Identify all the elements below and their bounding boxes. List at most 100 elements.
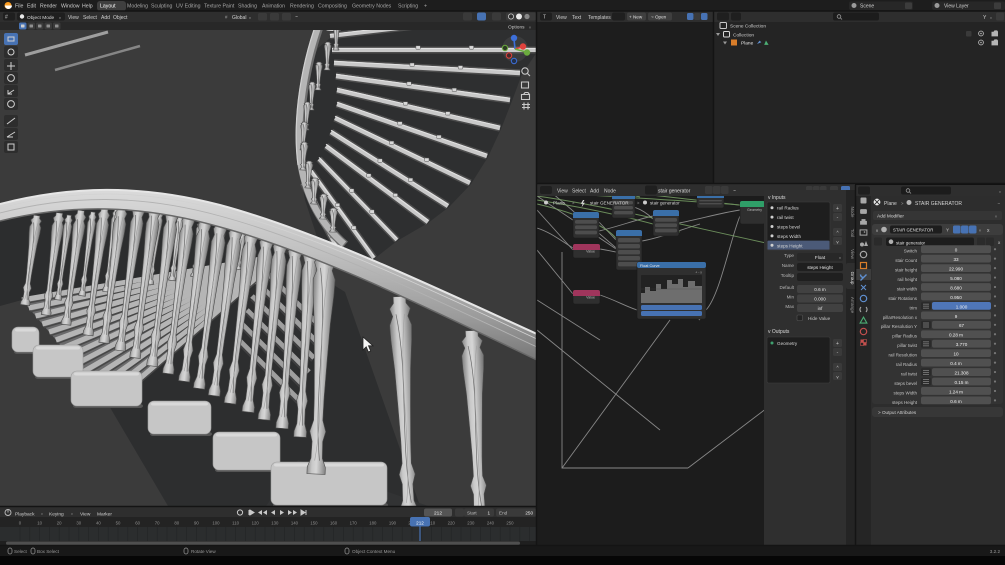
svg-text:stair generator: stair generator <box>658 189 691 195</box>
svg-text:1.000: 1.000 <box>956 304 968 309</box>
svg-text:rail Resolution: rail Resolution <box>888 353 917 358</box>
svg-text:Max: Max <box>785 304 794 309</box>
svg-text:Default: Default <box>779 285 794 290</box>
svg-text:v: v <box>979 228 981 233</box>
svg-text:50: 50 <box>116 521 121 526</box>
svg-text:170: 170 <box>350 521 358 526</box>
svg-text:~ Open: ~ Open <box>651 15 667 20</box>
svg-text:190: 190 <box>389 521 397 526</box>
svg-text:Help: Help <box>82 4 93 10</box>
svg-text:Object Mode: Object Mode <box>27 15 55 21</box>
svg-text:110: 110 <box>232 521 239 526</box>
svg-text:trim: trim <box>910 305 918 310</box>
svg-text:steps Height: steps Height <box>892 400 918 405</box>
svg-text:stair Count: stair Count <box>895 258 918 263</box>
svg-text:Scene: Scene <box>860 4 874 10</box>
svg-text:0.15 m: 0.15 m <box>954 380 968 385</box>
svg-text:250: 250 <box>525 511 533 516</box>
svg-text:pillar Resolution Y: pillar Resolution Y <box>881 324 917 329</box>
svg-text:Name: Name <box>782 263 795 268</box>
svg-text:90: 90 <box>194 521 199 526</box>
svg-text:0.28 m: 0.28 m <box>949 333 963 338</box>
svg-text:20: 20 <box>57 521 62 526</box>
svg-text:Value: Value <box>586 296 595 300</box>
svg-text:100: 100 <box>212 521 220 526</box>
svg-text:5.080: 5.080 <box>950 276 962 281</box>
svg-text:Collection: Collection <box>733 33 754 39</box>
svg-text:22.990: 22.990 <box>949 267 963 272</box>
svg-text:View: View <box>557 189 568 195</box>
svg-text:212: 212 <box>434 511 442 517</box>
svg-text:Keying: Keying <box>49 511 64 517</box>
svg-text:v: v <box>529 25 531 30</box>
svg-text:Tool: Tool <box>850 229 855 237</box>
svg-text:v: v <box>41 512 43 516</box>
svg-text:Add: Add <box>590 189 599 195</box>
svg-text:Geometry: Geometry <box>777 341 798 346</box>
svg-text:Render: Render <box>40 4 57 10</box>
svg-text:Rotate View: Rotate View <box>191 549 216 554</box>
svg-text:140: 140 <box>291 521 299 526</box>
svg-text:Rendering: Rendering <box>290 4 314 10</box>
svg-text:View: View <box>556 15 567 21</box>
svg-text:rail height: rail height <box>897 277 917 282</box>
svg-text:stair width: stair width <box>897 286 918 291</box>
svg-text:Geometry Nodes: Geometry Nodes <box>352 4 392 10</box>
svg-text:10: 10 <box>37 521 42 526</box>
svg-text:1.24 m: 1.24 m <box>949 389 963 394</box>
svg-text:Float: Float <box>815 255 826 260</box>
svg-text:View Layer: View Layer <box>944 4 969 10</box>
svg-text:steps Height: steps Height <box>777 243 803 248</box>
svg-text:UV Editing: UV Editing <box>176 4 201 10</box>
svg-text:+ New: + New <box>629 15 643 20</box>
svg-text:Compositing: Compositing <box>318 4 347 10</box>
svg-text:0.000: 0.000 <box>814 296 826 301</box>
svg-text:Plane: Plane <box>741 41 754 47</box>
svg-text:Hide Value: Hide Value <box>808 316 831 321</box>
svg-text:80: 80 <box>174 521 179 526</box>
svg-text:+: + <box>836 341 839 347</box>
svg-text:inf: inf <box>818 306 824 311</box>
svg-text:Layout: Layout <box>100 4 116 10</box>
svg-text:Tooltip: Tooltip <box>781 273 795 278</box>
svg-text:v: v <box>71 512 73 516</box>
svg-text:~: ~ <box>295 15 298 21</box>
svg-text:Add Modifier: Add Modifier <box>877 214 904 220</box>
svg-text:Sculpting: Sculpting <box>151 4 172 10</box>
svg-text:9: 9 <box>955 314 958 319</box>
svg-text:0.6 m: 0.6 m <box>814 287 826 292</box>
svg-text:Geometry: Geometry <box>747 208 762 212</box>
svg-text:Start: Start <box>467 511 477 516</box>
svg-text:0.950: 0.950 <box>950 295 962 300</box>
svg-text:67: 67 <box>959 323 965 328</box>
svg-text:stair generator: stair generator <box>896 240 926 245</box>
svg-text:212: 212 <box>416 520 424 525</box>
svg-text:Text: Text <box>572 15 582 21</box>
svg-text:Templates: Templates <box>588 15 611 21</box>
svg-text:Plane: Plane <box>884 201 897 207</box>
svg-text:steps bevel: steps bevel <box>777 225 800 230</box>
svg-text:v: v <box>59 15 61 20</box>
svg-text:Options: Options <box>508 25 525 31</box>
svg-text:Object: Object <box>113 15 128 21</box>
svg-text:30: 30 <box>76 521 81 526</box>
svg-text:#: # <box>5 15 8 21</box>
svg-text:steps Width: steps Width <box>777 234 801 239</box>
svg-text:rail twist: rail twist <box>777 215 794 220</box>
svg-text:180: 180 <box>369 521 377 526</box>
svg-text:Shading: Shading <box>238 4 257 10</box>
svg-text:160: 160 <box>330 521 338 526</box>
svg-text:Node: Node <box>604 189 616 195</box>
svg-text:pillarResolution x: pillarResolution x <box>883 315 918 320</box>
svg-text:60: 60 <box>135 521 140 526</box>
svg-text:Global: Global <box>232 15 246 21</box>
svg-text:0.4 m: 0.4 m <box>950 361 962 366</box>
svg-text:Type: Type <box>784 253 794 258</box>
svg-text:Edit: Edit <box>27 4 36 10</box>
svg-text:Box Select: Box Select <box>37 549 60 554</box>
svg-text:View: View <box>850 249 855 260</box>
svg-text:250: 250 <box>506 521 514 526</box>
svg-text:Modeling: Modeling <box>127 4 148 10</box>
svg-text:stair generator: stair generator <box>650 201 680 206</box>
svg-text:+: + <box>424 4 427 10</box>
